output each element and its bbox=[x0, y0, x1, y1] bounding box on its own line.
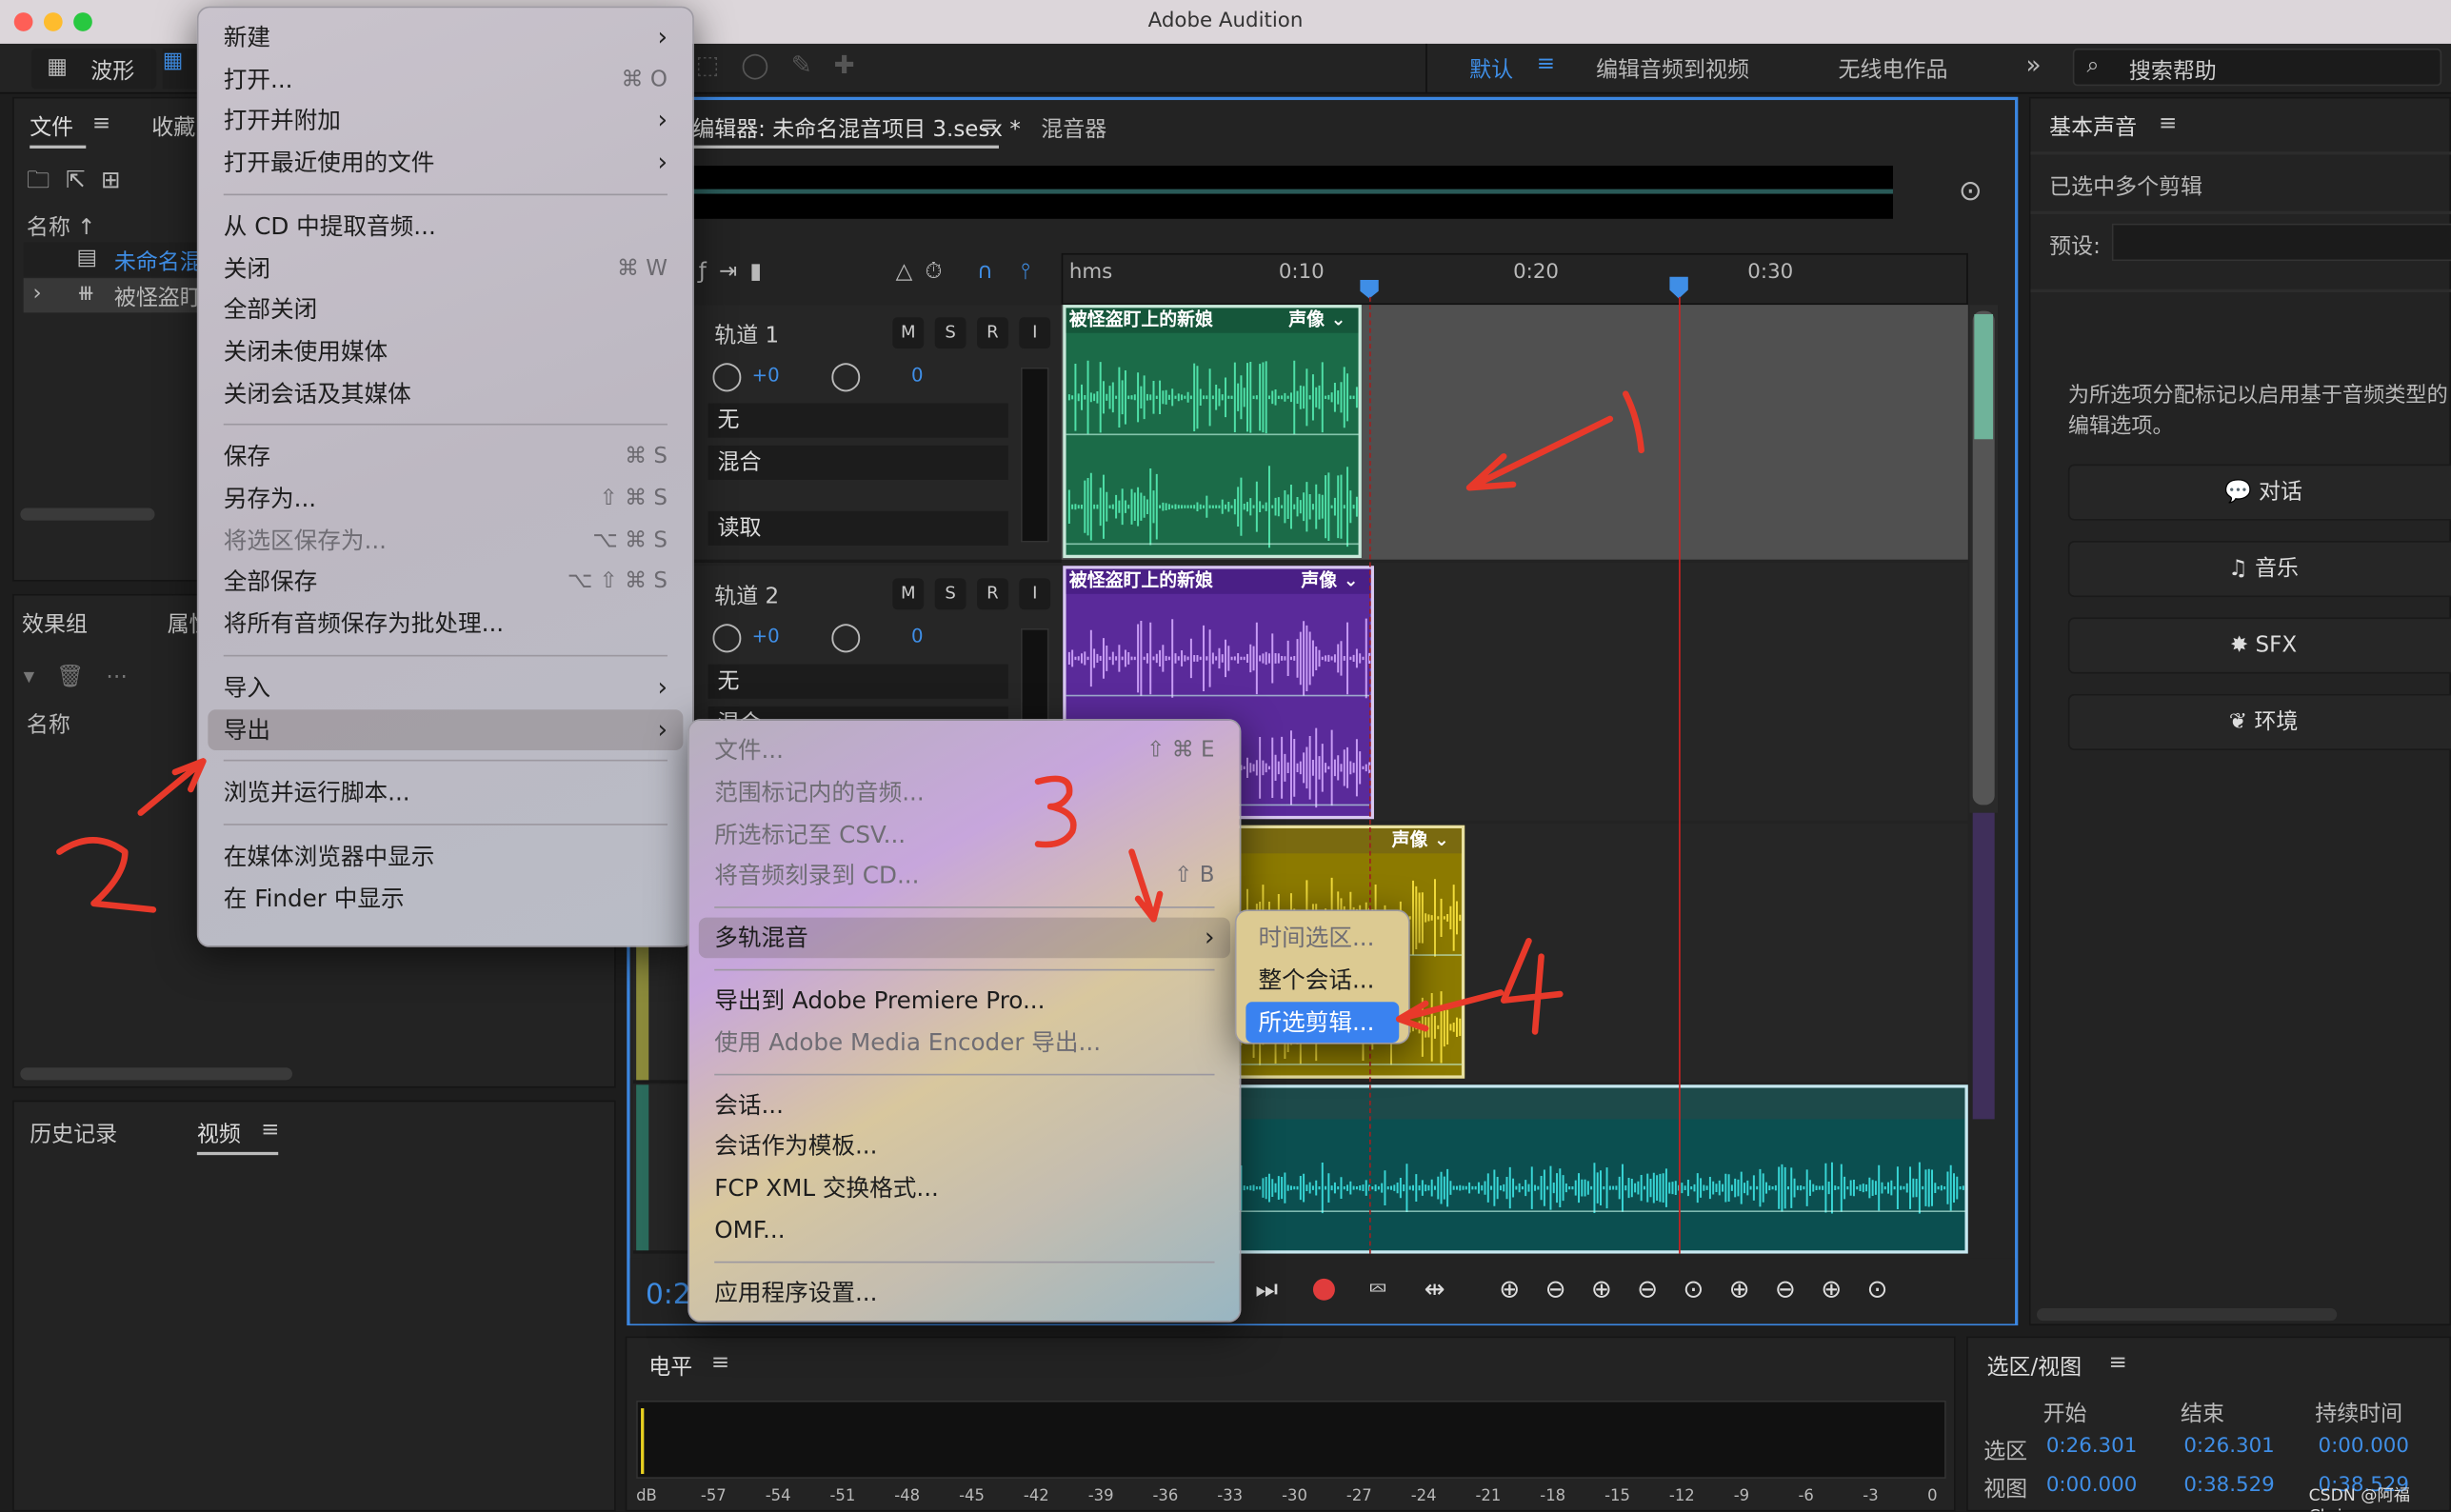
annotation-number-4-stroke bbox=[1500, 937, 1564, 1035]
annotation-number-1-stroke bbox=[1622, 390, 1644, 454]
annotation-arrow-1 bbox=[1465, 415, 1614, 491]
annotation-arrow-2 bbox=[137, 758, 207, 816]
annotation-arrow-3 bbox=[1128, 848, 1164, 923]
annotation-number-2-stroke bbox=[56, 837, 157, 913]
annotation-layer: 1 2 3 4 bbox=[56, 390, 1644, 1035]
annotation-number-3-stroke bbox=[1034, 775, 1077, 848]
annotation-arrow-4 bbox=[1395, 989, 1504, 1032]
